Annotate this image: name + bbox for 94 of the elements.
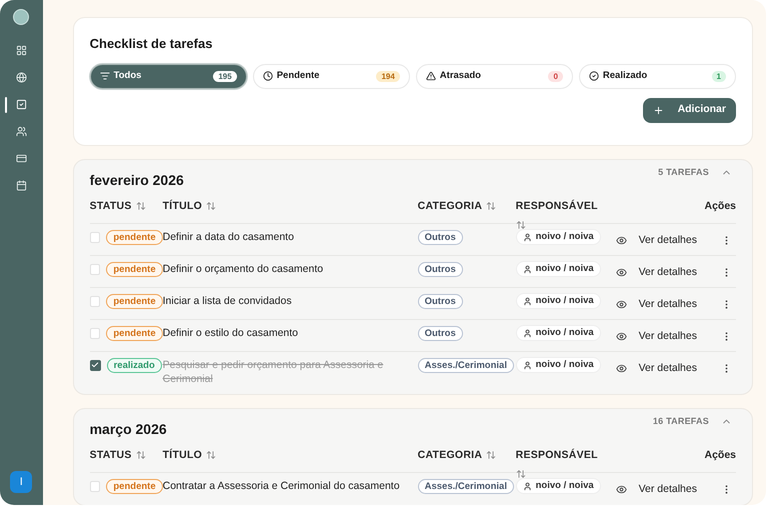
checkbox[interactable] xyxy=(90,360,101,370)
logo-icon xyxy=(13,9,30,25)
status-tag: pendente xyxy=(106,230,163,244)
column-header: STATUS xyxy=(90,448,132,462)
eye-icon xyxy=(616,362,627,374)
eye-icon xyxy=(616,330,627,342)
warning-icon xyxy=(426,71,436,81)
task-count: 5 TAREFAS xyxy=(658,166,709,178)
filter-tab[interactable]: Atrasado 0 xyxy=(416,64,573,88)
sort-icon[interactable] xyxy=(206,200,216,210)
checklist-icon[interactable] xyxy=(16,99,27,110)
filter-tab[interactable]: Pendente 194 xyxy=(252,64,410,88)
assignee-name: noivo / noiva xyxy=(536,326,594,340)
sort-icon[interactable] xyxy=(516,469,526,480)
person-icon xyxy=(522,296,532,306)
task-count: 16 TAREFAS xyxy=(652,414,709,428)
check-circle-icon xyxy=(588,71,599,81)
category-tag: Outros xyxy=(418,230,463,244)
count-badge: 0 xyxy=(548,70,563,82)
task-title: Contratar a Assessoria e Cerimonial do casamento xyxy=(162,478,401,492)
category-tag: Outros xyxy=(418,262,463,276)
month-title: fevereiro 2026 xyxy=(90,170,184,190)
column-header: CATEGORIA xyxy=(418,198,482,214)
checkbox[interactable] xyxy=(90,296,100,306)
status-tag: pendente xyxy=(106,478,163,494)
task-title: Iniciar a lista de convidados xyxy=(162,294,293,308)
count-badge: 194 xyxy=(376,70,400,82)
assignee-name: noivo / noiva xyxy=(536,479,594,493)
person-icon xyxy=(522,328,532,338)
count-badge: 195 xyxy=(213,70,237,82)
task-title: Pesquisar e pedir orçamento para Assessoria e Cerimonial xyxy=(162,358,384,386)
checkbox[interactable] xyxy=(90,264,100,274)
globe-icon[interactable] xyxy=(16,72,27,83)
assignee-name: noivo / noiva xyxy=(536,262,594,276)
column-header: Ações xyxy=(704,448,736,462)
details-link[interactable]: Ver detalhes xyxy=(638,328,697,344)
category-tag: Outros xyxy=(418,294,463,308)
month-title: março 2026 xyxy=(90,420,167,439)
category-tag: Asses./Cerimonial xyxy=(418,478,514,494)
filter-tab[interactable]: Realizado 1 xyxy=(578,64,736,88)
page-title: Checklist de tarefas xyxy=(90,35,214,53)
sort-icon[interactable] xyxy=(136,450,146,460)
users-icon[interactable] xyxy=(16,126,27,137)
add-button[interactable]: Adicionar xyxy=(642,98,736,122)
grid-icon[interactable] xyxy=(16,45,27,56)
sort-icon[interactable] xyxy=(206,450,216,460)
task-title: Definir a data do casamento xyxy=(162,230,295,244)
person-icon xyxy=(522,264,532,274)
filter-tab[interactable]: Todos 195 xyxy=(90,64,247,88)
card-icon[interactable] xyxy=(16,153,27,164)
details-link[interactable]: Ver detalhes xyxy=(638,360,697,376)
status-tag: pendente xyxy=(106,326,163,340)
active-indicator xyxy=(5,96,7,112)
column-header: Ações xyxy=(704,198,736,214)
eye-icon xyxy=(616,266,627,278)
assignee-name: noivo / noiva xyxy=(536,230,594,244)
count-badge: 1 xyxy=(712,70,726,82)
assignee-name: noivo / noiva xyxy=(536,358,594,372)
category-tag: Asses./Cerimonial xyxy=(418,358,514,372)
clock-icon xyxy=(262,71,273,81)
column-header: RESPONSÁVEL xyxy=(516,448,598,462)
task-title: Definir o orçamento do casamento xyxy=(162,262,324,276)
details-link[interactable]: Ver detalhes xyxy=(638,232,697,248)
user-avatar[interactable]: I xyxy=(10,471,32,493)
sort-icon[interactable] xyxy=(516,220,526,230)
person-icon xyxy=(522,482,532,490)
column-header: STATUS xyxy=(90,198,132,214)
column-header: TÍTULO xyxy=(162,448,202,462)
column-header: RESPONSÁVEL xyxy=(516,198,598,214)
status-tag: realizado xyxy=(106,358,162,372)
sort-icon[interactable] xyxy=(486,200,496,210)
status-tag: pendente xyxy=(106,294,163,308)
details-link[interactable]: Ver detalhes xyxy=(638,482,697,498)
filter-icon xyxy=(100,71,110,81)
column-header: TÍTULO xyxy=(162,198,202,214)
person-icon xyxy=(522,232,532,242)
sort-icon[interactable] xyxy=(136,200,146,210)
details-link[interactable]: Ver detalhes xyxy=(638,264,697,280)
task-title: Definir o estilo do casamento xyxy=(162,326,300,340)
assignee-name: noivo / noiva xyxy=(536,294,594,308)
status-tag: pendente xyxy=(106,262,163,276)
calendar-icon[interactable] xyxy=(16,180,27,191)
category-tag: Outros xyxy=(418,326,463,340)
plus-icon xyxy=(652,104,664,116)
person-icon xyxy=(522,360,532,370)
column-header: CATEGORIA xyxy=(418,448,482,462)
details-link[interactable]: Ver detalhes xyxy=(638,296,697,312)
eye-icon xyxy=(616,484,627,495)
eye-icon xyxy=(616,298,627,310)
checkbox[interactable] xyxy=(90,328,100,338)
eye-icon xyxy=(616,234,627,246)
checkbox[interactable] xyxy=(90,232,100,242)
checkbox[interactable] xyxy=(90,480,100,492)
sort-icon[interactable] xyxy=(486,450,496,460)
